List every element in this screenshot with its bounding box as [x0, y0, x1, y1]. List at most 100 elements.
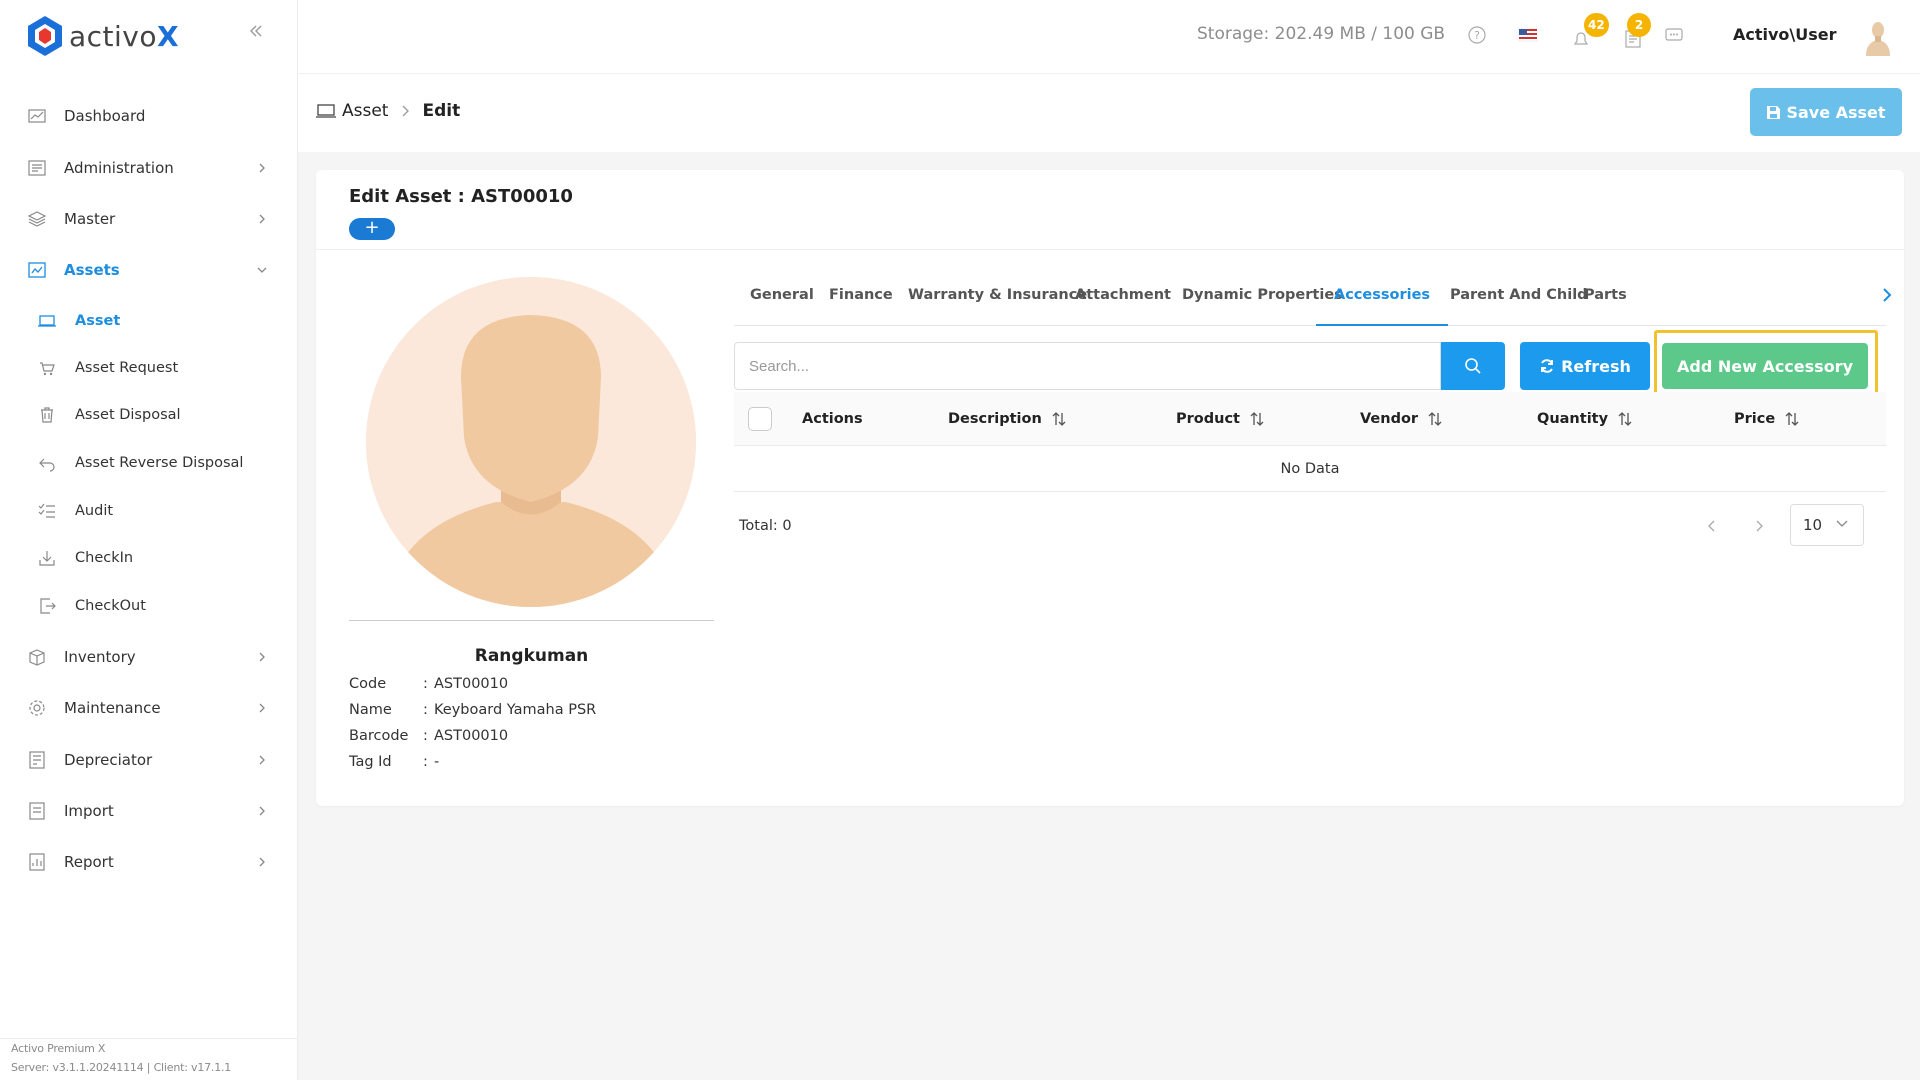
add-new-accessory-label: Add New Accessory [1676, 356, 1853, 376]
sort-icon[interactable] [1250, 411, 1264, 427]
refresh-label: Refresh [1561, 356, 1631, 376]
sidebar-subitem-label: Asset [75, 313, 121, 329]
tab-attachment[interactable]: Attachment [1075, 282, 1171, 326]
column-quantity[interactable]: Quantity [1537, 392, 1632, 446]
sidebar-item-label: Assets [64, 261, 120, 279]
summary-key: Code [349, 676, 387, 692]
sidebar-item-assets[interactable]: Assets [0, 248, 298, 292]
sidebar-item-report[interactable]: Report [0, 840, 298, 884]
column-price[interactable]: Price [1734, 392, 1799, 446]
sort-icon[interactable] [1785, 411, 1799, 427]
sidebar-subitem-label: Audit [75, 503, 114, 519]
tab-warranty-insurance[interactable]: Warranty & Insurance [908, 282, 1087, 326]
column-description[interactable]: Description [948, 392, 1066, 446]
tab-accessories[interactable]: Accessories [1316, 282, 1449, 326]
column-label: Quantity [1537, 411, 1609, 427]
laptop-icon [38, 315, 56, 327]
storage-usage: Storage: 202.49 MB / 100 GB [1197, 24, 1446, 44]
sidebar-subitem-checkout[interactable]: CheckOut [0, 586, 298, 626]
tab-scroll-right-icon[interactable] [1878, 284, 1896, 306]
select-all-checkbox[interactable] [748, 407, 772, 431]
sidebar-subitem-asset[interactable]: Asset [0, 301, 298, 341]
column-label: Vendor [1360, 411, 1419, 427]
tab-parts[interactable]: Parts [1584, 282, 1627, 326]
sidebar-item-label: Inventory [64, 648, 136, 666]
layers-icon [27, 211, 47, 227]
summary-value: Keyboard Yamaha PSR [434, 702, 597, 718]
sidebar-subitem-label: Asset Disposal [75, 407, 181, 423]
chevron-right-icon[interactable] [1752, 518, 1766, 534]
avatar[interactable] [1858, 18, 1898, 58]
sidebar-item-dashboard[interactable]: Dashboard [0, 94, 298, 138]
table-header: Actions Description Product Vendor Quant… [734, 392, 1886, 446]
sidebar-item-label: Depreciator [64, 751, 153, 769]
sidebar-subitem-label: Asset Reverse Disposal [75, 455, 244, 471]
task-count-badge: 2 [1627, 13, 1651, 37]
page-size-select[interactable]: 10 [1790, 504, 1864, 546]
chevron-right-icon [403, 105, 410, 117]
logo[interactable]: activoX [27, 14, 179, 58]
sidebar-subitem-asset-disposal[interactable]: Asset Disposal [0, 395, 298, 435]
sidebar-item-administration[interactable]: Administration [0, 146, 298, 190]
summary-value: AST00010 [434, 676, 509, 692]
search-input[interactable] [735, 343, 1440, 389]
add-button[interactable]: + [349, 218, 395, 240]
add-new-accessory-button[interactable]: Add New Accessory [1662, 343, 1868, 389]
chevron-right-icon [259, 214, 265, 224]
breadcrumb-parent[interactable]: Asset [342, 101, 388, 121]
help-icon[interactable]: ? [1466, 24, 1488, 46]
sidebar-item-master[interactable]: Master [0, 197, 298, 241]
logo-text: activoX [69, 19, 180, 53]
refresh-button[interactable]: Refresh [1520, 342, 1650, 390]
depreciator-icon [29, 751, 45, 769]
tab-finance[interactable]: Finance [829, 282, 893, 326]
summary-key: Barcode [349, 728, 409, 744]
sort-icon[interactable] [1618, 411, 1632, 427]
search-button[interactable] [1441, 342, 1505, 390]
sidebar-item-depreciator[interactable]: Depreciator [0, 738, 298, 782]
sidebar-item-maintenance[interactable]: Maintenance [0, 686, 298, 730]
breadcrumb: Asset Edit [316, 101, 460, 121]
chat-icon[interactable] [1663, 24, 1685, 46]
chevron-down-icon [257, 267, 267, 273]
save-icon [1767, 105, 1781, 119]
column-vendor[interactable]: Vendor [1360, 392, 1442, 446]
search-field[interactable] [734, 342, 1441, 390]
summary-value: AST00010 [434, 728, 509, 744]
column-product[interactable]: Product [1176, 392, 1264, 446]
asset-photo[interactable] [366, 277, 696, 607]
us-flag-icon[interactable] [1517, 24, 1539, 46]
top-header: Storage: 202.49 MB / 100 GB ? 42 2 Activ… [298, 0, 1920, 74]
cart-icon [40, 362, 55, 376]
sidebar-subitem-asset-request[interactable]: Asset Request [0, 348, 298, 388]
tab-general[interactable]: General [750, 282, 814, 326]
person-placeholder-icon [366, 277, 696, 607]
chevron-right-icon [259, 652, 265, 662]
sidebar: activoX Dashboard Administration Master … [0, 0, 298, 1080]
page-size-value: 10 [1803, 516, 1823, 534]
collapse-sidebar-icon[interactable] [244, 22, 268, 46]
checkout-icon [40, 598, 56, 614]
summary-colon: : [423, 728, 428, 744]
user-name[interactable]: Activo\User [1733, 25, 1837, 44]
sidebar-subitem-audit[interactable]: Audit [0, 491, 298, 531]
sort-icon[interactable] [1052, 411, 1066, 427]
version-info: Activo Premium X Server: v3.1.1.20241114… [0, 1038, 298, 1080]
sidebar-subitem-label: Asset Request [75, 360, 179, 376]
search-icon [1465, 358, 1481, 374]
tab-bar: General Finance Warranty & Insurance Att… [734, 282, 1892, 326]
sidebar-item-inventory[interactable]: Inventory [0, 635, 298, 679]
sidebar-item-import[interactable]: Import [0, 789, 298, 833]
sidebar-subitem-checkin[interactable]: CheckIn [0, 538, 298, 578]
summary-value: - [434, 754, 440, 770]
laptop-icon [316, 104, 336, 118]
sidebar-subitem-asset-reverse-disposal[interactable]: Asset Reverse Disposal [0, 443, 298, 483]
admin-icon [28, 160, 46, 176]
save-asset-button[interactable]: Save Asset [1750, 88, 1902, 136]
chevron-left-icon[interactable] [1705, 518, 1719, 534]
tab-parent-and-child[interactable]: Parent And Child [1450, 282, 1588, 326]
version-product: Activo Premium X [11, 1042, 106, 1055]
inventory-icon [29, 649, 45, 666]
sort-icon[interactable] [1428, 411, 1442, 427]
summary-title: Rangkuman [474, 646, 589, 666]
